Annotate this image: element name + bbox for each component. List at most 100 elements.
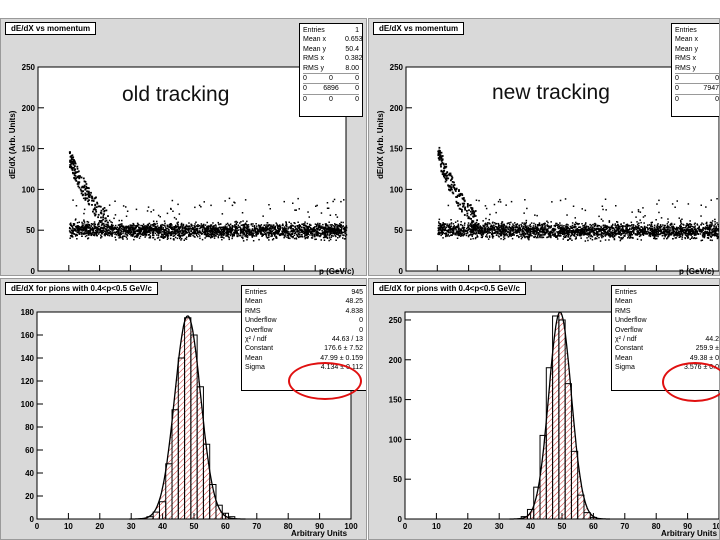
data-point [145,233,147,236]
data-point [484,225,486,227]
data-point [270,227,272,230]
data-point [312,226,315,229]
data-point [243,226,245,228]
data-point [321,233,324,235]
data-point [642,234,645,236]
data-point [669,224,671,226]
data-point [201,226,203,229]
data-point [201,229,204,231]
data-point [335,239,337,241]
data-point [541,232,544,234]
data-point [264,224,266,226]
data-point [166,212,169,215]
data-point [310,237,313,239]
data-point [652,227,654,230]
data-point [316,204,318,207]
data-point [543,222,546,225]
data-point [298,208,300,210]
data-point [212,228,215,230]
data-point [559,224,561,226]
data-point [539,230,541,233]
data-point [281,232,284,234]
data-point [112,230,114,232]
data-point [306,234,308,237]
data-point [627,234,629,236]
data-point [498,236,500,238]
data-point [102,218,104,221]
data-point [206,221,208,224]
data-point [215,225,217,227]
data-point [83,212,85,215]
data-point [132,226,134,229]
data-point [102,229,105,232]
data-point [547,221,549,224]
data-point [218,223,220,225]
data-point [120,236,122,239]
data-point [344,232,346,235]
data-point [90,223,93,225]
data-point [520,233,523,236]
y-tick-label: 250 [390,63,404,72]
data-point [438,221,440,223]
data-point [644,229,646,231]
data-point [521,225,523,227]
data-point [188,225,191,228]
data-point [692,237,695,240]
data-point [201,224,203,227]
data-point [487,238,490,240]
data-point [324,233,327,235]
data-point [163,220,166,222]
data-point [77,226,79,228]
data-point [255,233,257,236]
data-point [272,229,274,231]
data-point [100,216,102,219]
data-point [691,228,694,230]
data-point [306,222,309,225]
data-point [309,231,311,233]
data-point [246,239,248,241]
data-point [467,225,469,227]
x-tick-label: 1.6 [651,274,663,276]
data-point [706,226,709,228]
data-point [81,190,84,193]
data-point [199,237,201,240]
data-point [284,229,287,232]
data-point [610,233,612,235]
data-point [717,225,719,228]
data-point [136,225,139,227]
data-point [303,227,306,229]
data-point [236,235,238,238]
data-point [507,235,510,238]
data-point [107,234,109,237]
data-point [164,224,166,227]
data-point [169,232,171,235]
data-point [324,230,326,233]
data-point [69,159,72,162]
data-point [224,200,226,202]
data-point [335,214,337,216]
data-point [87,221,90,223]
data-point [465,234,468,237]
data-point [259,225,261,227]
x-tick-label: 1 [190,274,195,276]
data-point [204,227,207,229]
data-point [211,233,213,235]
data-point [156,237,159,239]
data-point [611,233,614,235]
data-point [98,228,101,231]
data-point [555,222,557,225]
data-point [567,236,570,238]
data-point [698,225,700,228]
data-point [337,237,339,239]
data-point [700,224,702,226]
data-point [666,231,668,233]
stats-value: 1 [355,27,359,34]
data-point [105,232,107,235]
data-point [330,225,333,228]
data-point [239,232,242,235]
data-point [155,227,157,230]
data-point [216,230,218,233]
data-point [338,230,340,232]
data-point [133,223,135,226]
data-point [88,226,90,229]
